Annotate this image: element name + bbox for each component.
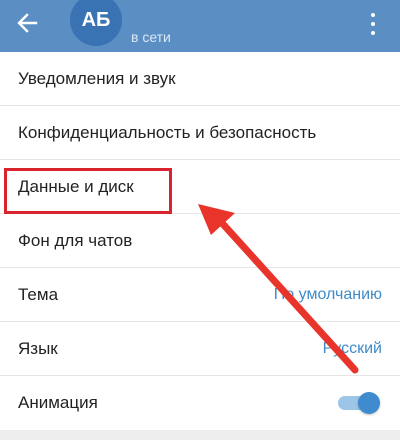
settings-item-label: Язык (18, 338, 58, 358)
settings-item-notifications[interactable]: Уведомления и звук (0, 52, 400, 106)
online-status: в сети (131, 29, 171, 45)
settings-item-label: Данные и диск (18, 176, 134, 196)
settings-item-chat-background[interactable]: Фон для чатов (0, 214, 400, 268)
avatar[interactable]: АБ (70, 0, 122, 46)
settings-item-label: Анимация (18, 393, 98, 412)
theme-value: По умолчанию (273, 285, 382, 303)
language-value: Русский (322, 339, 382, 357)
settings-item-label: Фон для чатов (18, 230, 133, 250)
back-button[interactable] (14, 10, 40, 36)
settings-item-theme[interactable]: Тема По умолчанию (0, 268, 400, 322)
animation-toggle[interactable] (338, 391, 382, 415)
toggle-knob (358, 392, 380, 414)
app-header: АБ в сети (0, 0, 400, 52)
settings-item-label: Тема (18, 284, 59, 304)
list-footer-divider (0, 430, 400, 440)
settings-item-animation[interactable]: Анимация (0, 376, 400, 430)
settings-item-label: Уведомления и звук (18, 68, 176, 88)
settings-item-language[interactable]: Язык Русский (0, 322, 400, 376)
settings-list: Уведомления и звук Конфиденциальность и … (0, 52, 400, 430)
settings-item-label: Конфиденциальность и безопасность (18, 122, 317, 142)
settings-item-privacy[interactable]: Конфиденциальность и безопасность (0, 106, 400, 160)
settings-item-data-storage[interactable]: Данные и диск (0, 160, 400, 214)
more-vertical-icon[interactable] (364, 12, 382, 36)
arrow-left-icon (17, 13, 38, 33)
